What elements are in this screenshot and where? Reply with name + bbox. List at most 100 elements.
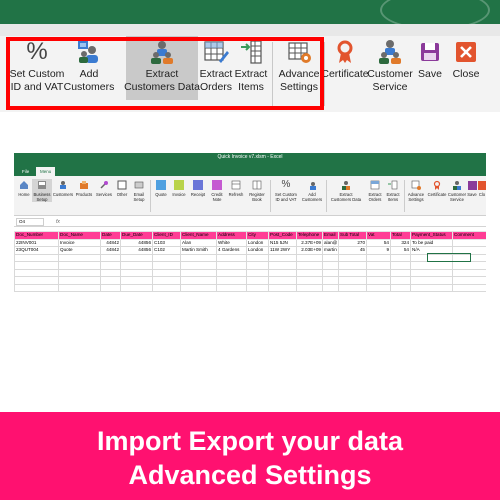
- customer-service-button[interactable]: Customer Service: [367, 38, 413, 94]
- table-cell[interactable]: [180, 268, 217, 277]
- table-cell[interactable]: [338, 283, 367, 292]
- table-cell[interactable]: To be paid: [410, 238, 453, 247]
- customers-button[interactable]: Customers: [52, 179, 74, 197]
- table-cell[interactable]: [152, 253, 181, 262]
- table-cell[interactable]: Quote: [58, 246, 101, 255]
- customer-service-button-small[interactable]: Customer Service: [447, 179, 467, 202]
- table-cell[interactable]: [268, 283, 297, 292]
- tab-file[interactable]: File: [18, 167, 33, 176]
- column-header[interactable]: Vat: [366, 231, 391, 240]
- save-button[interactable]: Save: [414, 38, 446, 81]
- extract-customers-data-button-small[interactable]: Extract Customers Data: [326, 179, 366, 202]
- table-cell[interactable]: [452, 283, 486, 292]
- name-box[interactable]: O4: [16, 218, 44, 226]
- table-cell[interactable]: [366, 261, 391, 270]
- table-cell[interactable]: 44856: [120, 246, 153, 255]
- table-cell[interactable]: [246, 283, 269, 292]
- quote-button[interactable]: Quote: [152, 179, 170, 197]
- column-header[interactable]: Doc_Number: [14, 231, 59, 240]
- table-cell[interactable]: [152, 276, 181, 285]
- table-cell[interactable]: [180, 253, 217, 262]
- table-cell[interactable]: [268, 261, 297, 270]
- extract-orders-button-small[interactable]: Extract Orders: [366, 179, 384, 202]
- table-cell[interactable]: [246, 276, 269, 285]
- table-cell[interactable]: [268, 268, 297, 277]
- table-cell[interactable]: [14, 268, 59, 277]
- table-cell[interactable]: [452, 276, 486, 285]
- table-cell[interactable]: [366, 283, 391, 292]
- table-cell[interactable]: [296, 276, 323, 285]
- table-cell[interactable]: London: [246, 246, 269, 255]
- column-header[interactable]: Email: [322, 231, 339, 240]
- table-cell[interactable]: [152, 261, 181, 270]
- table-cell[interactable]: [390, 283, 411, 292]
- extract-items-button-small[interactable]: Extract Items: [384, 179, 402, 202]
- table-cell[interactable]: Martin Smith: [180, 246, 217, 255]
- table-cell[interactable]: [58, 261, 101, 270]
- close-button[interactable]: Close: [448, 38, 484, 81]
- table-cell[interactable]: [58, 253, 101, 262]
- table-cell[interactable]: 22INV001: [14, 238, 59, 247]
- receipt-button[interactable]: Receipt: [188, 179, 208, 197]
- invoice-button[interactable]: Invoice: [170, 179, 188, 197]
- table-cell[interactable]: [410, 268, 453, 277]
- table-cell[interactable]: [216, 268, 247, 277]
- products-button[interactable]: Products: [74, 179, 94, 197]
- table-cell[interactable]: [296, 268, 323, 277]
- spreadsheet-grid[interactable]: Doc_Number Doc_Name Date Due_Date Client_ID C…: [14, 231, 486, 299]
- table-cell[interactable]: martin: [322, 246, 339, 255]
- table-cell[interactable]: [366, 253, 391, 262]
- table-cell[interactable]: [338, 253, 367, 262]
- table-cell[interactable]: [246, 261, 269, 270]
- table-cell[interactable]: [268, 253, 297, 262]
- table-cell[interactable]: White: [216, 238, 247, 247]
- table-cell[interactable]: [390, 261, 411, 270]
- table-cell[interactable]: [14, 253, 59, 262]
- table-cell[interactable]: [14, 261, 59, 270]
- add-customers-button-small[interactable]: Add Customers: [300, 179, 324, 202]
- table-cell[interactable]: 44842: [100, 246, 121, 255]
- table-cell[interactable]: [322, 261, 339, 270]
- column-header[interactable]: Post_Code: [268, 231, 297, 240]
- column-header[interactable]: Payment_Status: [410, 231, 453, 240]
- table-cell[interactable]: [410, 261, 453, 270]
- table-cell[interactable]: [152, 283, 181, 292]
- table-cell[interactable]: [390, 253, 411, 262]
- table-cell[interactable]: [14, 283, 59, 292]
- column-header[interactable]: Total: [390, 231, 411, 240]
- refresh-button[interactable]: Refresh: [226, 179, 246, 197]
- table-cell[interactable]: [338, 261, 367, 270]
- column-header[interactable]: Comment: [452, 231, 486, 240]
- table-cell[interactable]: [100, 261, 121, 270]
- table-cell[interactable]: [120, 253, 153, 262]
- table-cell[interactable]: [366, 276, 391, 285]
- table-cell[interactable]: [100, 283, 121, 292]
- table-cell[interactable]: [100, 268, 121, 277]
- table-cell[interactable]: [338, 268, 367, 277]
- table-cell[interactable]: [58, 276, 101, 285]
- table-cell[interactable]: 44856: [120, 238, 153, 247]
- table-cell[interactable]: 44842: [100, 238, 121, 247]
- other-button[interactable]: Other: [114, 179, 130, 197]
- table-cell[interactable]: [216, 253, 247, 262]
- table-cell[interactable]: [100, 253, 121, 262]
- table-cell[interactable]: 2.37E+09: [296, 238, 323, 247]
- table-cell[interactable]: [410, 276, 453, 285]
- certificate-button[interactable]: Certificate: [321, 38, 369, 81]
- table-cell[interactable]: 2.03E+09: [296, 246, 323, 255]
- table-cell[interactable]: 54: [366, 238, 391, 247]
- column-header[interactable]: Date: [100, 231, 121, 240]
- certificate-button-small[interactable]: Certificate: [427, 179, 447, 197]
- table-cell[interactable]: [322, 276, 339, 285]
- table-cell[interactable]: [216, 261, 247, 270]
- tab-menu[interactable]: Menu: [36, 167, 56, 176]
- business-setup-button[interactable]: Business Setup: [32, 179, 52, 202]
- table-cell[interactable]: 270: [338, 238, 367, 247]
- table-cell[interactable]: N15 5JN: [268, 238, 297, 247]
- table-cell[interactable]: [216, 276, 247, 285]
- table-cell[interactable]: [410, 283, 453, 292]
- table-cell[interactable]: [296, 261, 323, 270]
- table-cell[interactable]: [452, 238, 486, 247]
- table-cell[interactable]: London: [246, 238, 269, 247]
- table-cell[interactable]: [338, 276, 367, 285]
